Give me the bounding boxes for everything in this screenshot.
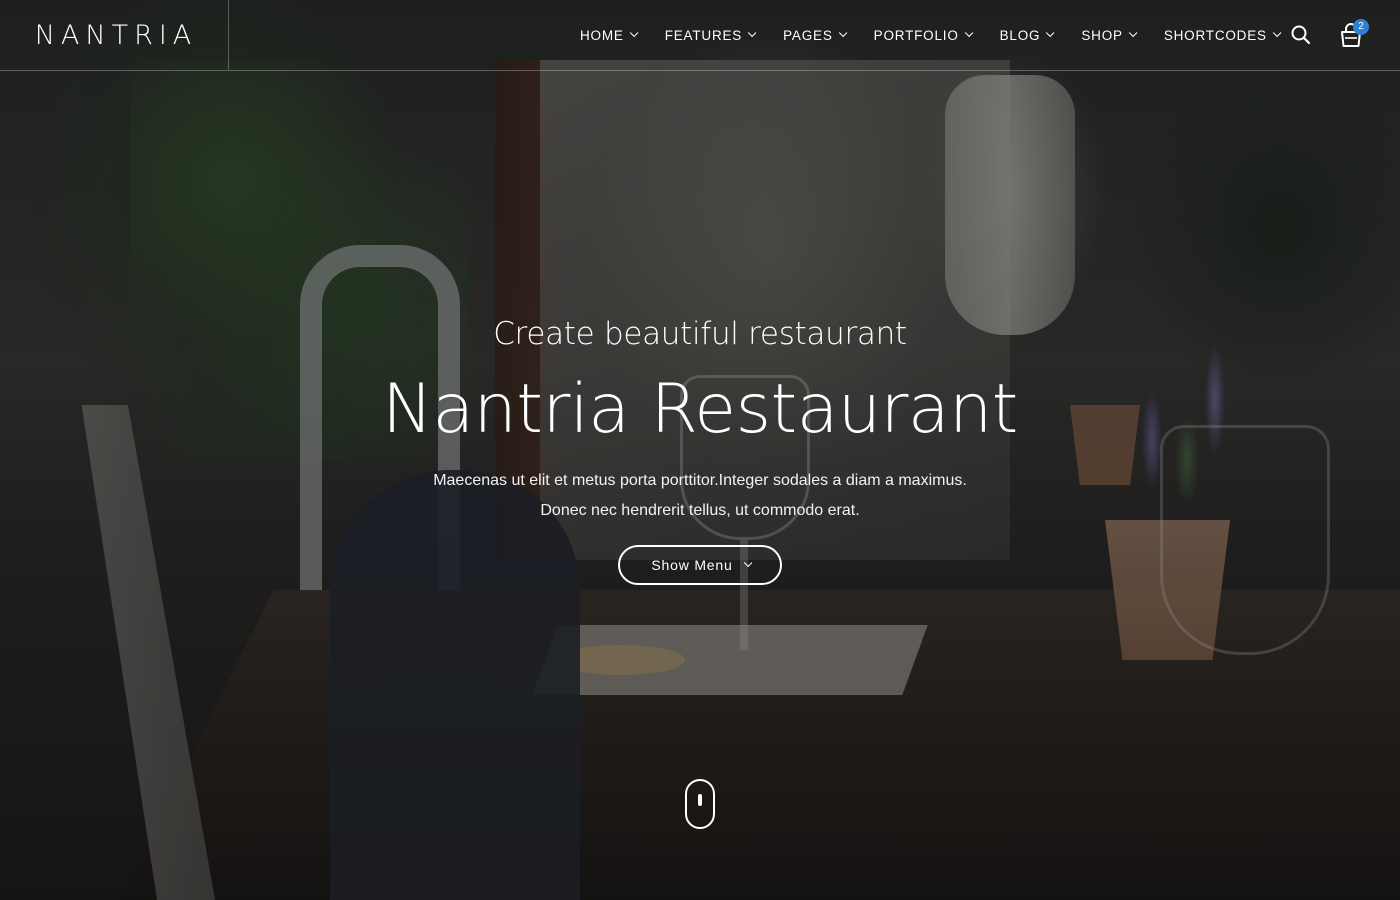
chevron-down-icon <box>748 28 757 38</box>
cart-count-badge: 2 <box>1353 19 1369 35</box>
show-menu-button[interactable]: Show Menu <box>618 545 782 585</box>
logo-container: NANTRIA <box>0 0 229 70</box>
nav-item-label: HOME <box>580 27 624 43</box>
site-logo[interactable]: NANTRIA <box>31 20 198 51</box>
nav-item-shortcodes[interactable]: SHORTCODES <box>1163 27 1282 43</box>
show-menu-label: Show Menu <box>651 557 733 573</box>
chevron-down-icon <box>1128 28 1138 38</box>
nav-item-features[interactable]: FEATURES <box>664 27 757 43</box>
nav-item-home[interactable]: HOME <box>580 27 639 43</box>
nav-item-label: FEATURES <box>664 27 743 43</box>
hero-section: Create beautiful restaurant Nantria Rest… <box>0 0 1400 900</box>
main-nav: HOME FEATURES PAGES PORTFOLIO BLOG SHOP … <box>580 0 1308 70</box>
chevron-down-icon <box>838 28 848 38</box>
hero-description-line-2: Donec nec hendrerit tellus, ut commodo e… <box>540 502 860 519</box>
nav-item-label: SHORTCODES <box>1163 27 1267 43</box>
scroll-wheel <box>698 794 702 806</box>
chevron-down-icon <box>629 28 639 38</box>
nav-item-label: PORTFOLIO <box>873 27 959 43</box>
chevron-down-icon <box>964 28 973 38</box>
search-icon <box>1291 25 1311 45</box>
hero-title: Nantria Restaurant <box>382 370 1018 449</box>
nav-item-pages[interactable]: PAGES <box>783 27 848 43</box>
hero-description-line-1: Maecenas ut elit et metus porta porttito… <box>433 472 967 489</box>
scroll-mouse-icon[interactable] <box>685 779 715 829</box>
chevron-down-icon <box>1272 28 1282 38</box>
chevron-down-icon <box>1046 28 1055 38</box>
nav-item-label: SHOP <box>1081 27 1123 43</box>
chevron-down-icon <box>743 558 752 568</box>
search-button[interactable] <box>1290 24 1312 46</box>
site-header: NANTRIA HOME FEATURES PAGES PORTFOLIO BL… <box>0 0 1400 71</box>
nav-item-blog[interactable]: BLOG <box>999 27 1055 43</box>
nav-item-label: PAGES <box>783 27 833 43</box>
hero-subtitle: Create beautiful restaurant <box>493 316 907 352</box>
nav-item-label: BLOG <box>999 27 1041 43</box>
nav-item-portfolio[interactable]: PORTFOLIO <box>873 27 973 43</box>
nav-item-shop[interactable]: SHOP <box>1081 27 1138 43</box>
